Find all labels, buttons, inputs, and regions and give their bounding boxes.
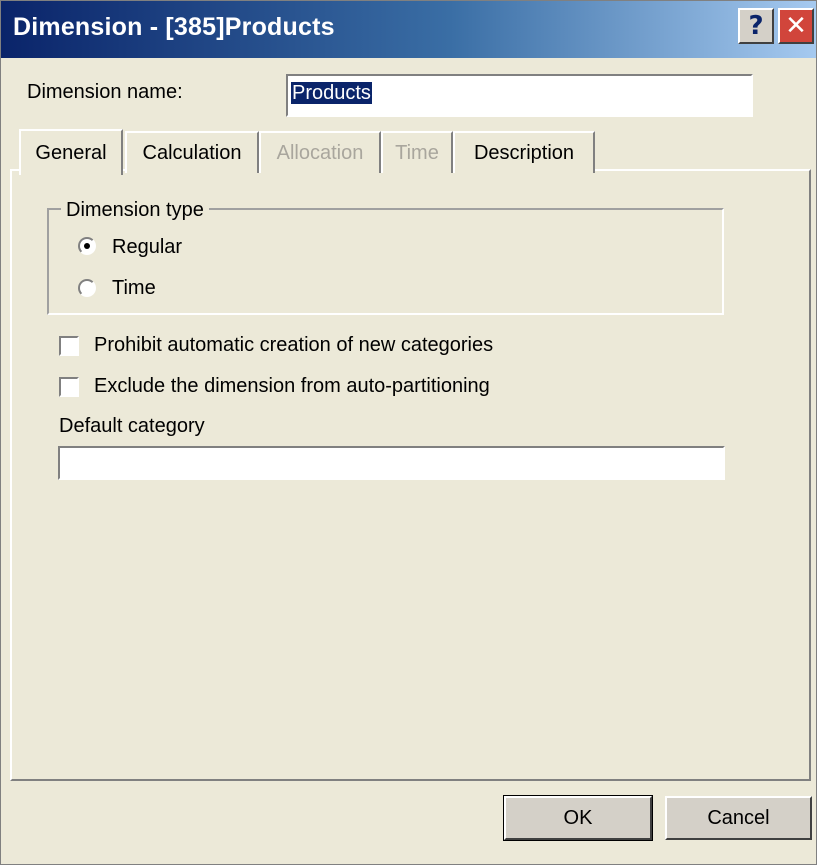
title-bar[interactable]: Dimension - [385]Products ? ✕: [1, 1, 816, 58]
tab-time[interactable]: Time: [381, 131, 453, 173]
regular-radio-label[interactable]: Regular: [112, 236, 182, 259]
default-category-label: Default category: [59, 415, 205, 437]
exclude-auto-partitioning-label[interactable]: Exclude the dimension from auto-partitio…: [94, 375, 490, 398]
help-icon: ?: [748, 11, 764, 41]
radio-selected-dot: [84, 243, 90, 249]
prohibit-new-categories-label[interactable]: Prohibit automatic creation of new categ…: [94, 334, 493, 357]
prohibit-new-categories-checkbox[interactable]: [59, 336, 79, 356]
help-button[interactable]: ?: [738, 8, 774, 44]
dimension-name-input[interactable]: Products: [286, 74, 753, 117]
close-button[interactable]: ✕: [778, 8, 814, 44]
tab-calculation[interactable]: Calculation: [125, 131, 259, 173]
default-category-input[interactable]: [58, 446, 725, 480]
exclude-auto-partitioning-checkbox[interactable]: [59, 377, 79, 397]
dimension-name-label: Dimension name:: [27, 81, 183, 103]
regular-radio[interactable]: [78, 237, 96, 255]
tab-allocation[interactable]: Allocation: [259, 131, 381, 173]
ok-button[interactable]: OK: [503, 795, 653, 841]
dimension-name-value: Products: [291, 82, 372, 104]
time-radio[interactable]: [78, 279, 96, 297]
tab-description[interactable]: Description: [453, 131, 595, 173]
cancel-button[interactable]: Cancel: [665, 796, 812, 840]
window-title: Dimension - [385]Products: [13, 13, 335, 41]
time-radio-label[interactable]: Time: [112, 277, 156, 300]
dimension-type-label: Dimension type: [61, 199, 209, 222]
close-icon: ✕: [785, 11, 807, 41]
dimension-dialog: Dimension - [385]Products ? ✕ Dimension …: [0, 0, 817, 865]
tab-general[interactable]: General: [19, 129, 123, 175]
